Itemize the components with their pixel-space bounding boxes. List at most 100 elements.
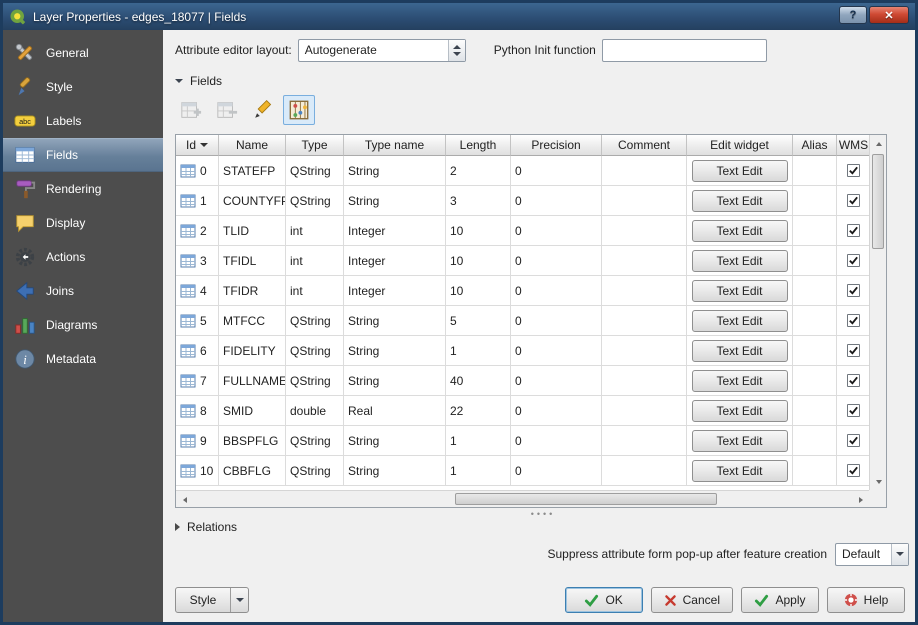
cell-comment[interactable] bbox=[602, 426, 687, 456]
sidebar-item-actions[interactable]: Actions bbox=[3, 240, 163, 274]
column-header-type[interactable]: Type bbox=[286, 135, 344, 156]
splitter-handle[interactable]: •••• bbox=[175, 508, 911, 520]
cell-alias[interactable] bbox=[793, 396, 837, 426]
wms-checkbox[interactable] bbox=[847, 374, 860, 387]
cancel-button[interactable]: Cancel bbox=[651, 587, 733, 613]
wms-checkbox[interactable] bbox=[847, 434, 860, 447]
vertical-scrollbar[interactable] bbox=[869, 135, 886, 490]
apply-button[interactable]: Apply bbox=[741, 587, 819, 613]
wms-checkbox[interactable] bbox=[847, 254, 860, 267]
sidebar-item-metadata[interactable]: i Metadata bbox=[3, 342, 163, 376]
sidebar-item-fields[interactable]: Fields bbox=[3, 138, 163, 172]
sidebar-item-diagrams[interactable]: Diagrams bbox=[3, 308, 163, 342]
cell-comment[interactable] bbox=[602, 276, 687, 306]
edit-widget-button[interactable]: Text Edit bbox=[692, 160, 788, 182]
fields-section-header[interactable]: Fields bbox=[175, 74, 911, 88]
sidebar-item-general[interactable]: General bbox=[3, 36, 163, 70]
edit-widget-button[interactable]: Text Edit bbox=[692, 400, 788, 422]
table-row[interactable]: 1COUNTYFPQStringString30Text Edit bbox=[176, 186, 871, 216]
cell-alias[interactable] bbox=[793, 306, 837, 336]
column-header-alias[interactable]: Alias bbox=[793, 135, 837, 156]
edit-widget-button[interactable]: Text Edit bbox=[692, 280, 788, 302]
combo-spinner-icon[interactable] bbox=[448, 40, 465, 61]
wms-checkbox[interactable] bbox=[847, 404, 860, 417]
wms-checkbox[interactable] bbox=[847, 314, 860, 327]
cell-alias[interactable] bbox=[793, 156, 837, 186]
toggle-editing-button[interactable] bbox=[247, 95, 279, 125]
table-row[interactable]: 0STATEFPQStringString20Text Edit bbox=[176, 156, 871, 186]
edit-widget-button[interactable]: Text Edit bbox=[692, 460, 788, 482]
column-header-type-name[interactable]: Type name bbox=[344, 135, 446, 156]
column-header-name[interactable]: Name bbox=[219, 135, 286, 156]
table-row[interactable]: 4TFIDRintInteger100Text Edit bbox=[176, 276, 871, 306]
ok-button[interactable]: OK bbox=[565, 587, 643, 613]
help-button[interactable]: Help bbox=[827, 587, 905, 613]
cell-comment[interactable] bbox=[602, 156, 687, 186]
column-header-length[interactable]: Length bbox=[446, 135, 511, 156]
edit-widget-button[interactable]: Text Edit bbox=[692, 340, 788, 362]
wms-checkbox[interactable] bbox=[847, 194, 860, 207]
cell-alias[interactable] bbox=[793, 336, 837, 366]
sidebar-item-display[interactable]: Display bbox=[3, 206, 163, 240]
table-row[interactable]: 7FULLNAMEQStringString400Text Edit bbox=[176, 366, 871, 396]
sidebar-item-style[interactable]: Style bbox=[3, 70, 163, 104]
table-row[interactable]: 2TLIDintInteger100Text Edit bbox=[176, 216, 871, 246]
cell-alias[interactable] bbox=[793, 246, 837, 276]
column-header-precision[interactable]: Precision bbox=[511, 135, 602, 156]
cell-alias[interactable] bbox=[793, 426, 837, 456]
wms-checkbox[interactable] bbox=[847, 164, 860, 177]
style-dropdown-icon[interactable] bbox=[230, 588, 248, 612]
horizontal-scrollbar[interactable] bbox=[176, 490, 869, 507]
attribute-editor-layout-combo[interactable]: Autogenerate bbox=[298, 39, 466, 62]
cell-alias[interactable] bbox=[793, 216, 837, 246]
horizontal-scroll-thumb[interactable] bbox=[455, 493, 717, 505]
table-row[interactable]: 10CBBFLGQStringString10Text Edit bbox=[176, 456, 871, 486]
wms-checkbox[interactable] bbox=[847, 284, 860, 297]
cell-comment[interactable] bbox=[602, 396, 687, 426]
column-header-id[interactable]: Id bbox=[176, 135, 219, 156]
window-close-button[interactable]: ✕ bbox=[869, 6, 909, 24]
suppress-popup-combo[interactable]: Default bbox=[835, 543, 909, 566]
cell-comment[interactable] bbox=[602, 186, 687, 216]
scroll-down-button[interactable] bbox=[870, 473, 887, 490]
scroll-up-button[interactable] bbox=[870, 135, 887, 152]
edit-widget-button[interactable]: Text Edit bbox=[692, 220, 788, 242]
relations-section-header[interactable]: Relations bbox=[175, 520, 911, 534]
column-header-edit-widget[interactable]: Edit widget bbox=[687, 135, 793, 156]
sidebar-item-labels[interactable]: abc Labels bbox=[3, 104, 163, 138]
window-help-button[interactable]: ? bbox=[839, 6, 867, 24]
cell-alias[interactable] bbox=[793, 366, 837, 396]
sidebar-item-joins[interactable]: Joins bbox=[3, 274, 163, 308]
table-row[interactable]: 8SMIDdoubleReal220Text Edit bbox=[176, 396, 871, 426]
table-row[interactable]: 5MTFCCQStringString50Text Edit bbox=[176, 306, 871, 336]
delete-column-button[interactable] bbox=[211, 95, 243, 125]
edit-widget-button[interactable]: Text Edit bbox=[692, 250, 788, 272]
cell-alias[interactable] bbox=[793, 186, 837, 216]
wms-checkbox[interactable] bbox=[847, 224, 860, 237]
titlebar[interactable]: Layer Properties - edges_18077 | Fields … bbox=[3, 3, 915, 30]
cell-comment[interactable] bbox=[602, 246, 687, 276]
wms-checkbox[interactable] bbox=[847, 344, 860, 357]
edit-widget-button[interactable]: Text Edit bbox=[692, 370, 788, 392]
new-column-button[interactable] bbox=[175, 95, 207, 125]
cell-alias[interactable] bbox=[793, 456, 837, 486]
style-button[interactable]: Style bbox=[175, 587, 249, 613]
sidebar-item-rendering[interactable]: Rendering bbox=[3, 172, 163, 206]
scroll-left-button[interactable] bbox=[176, 491, 193, 508]
cell-comment[interactable] bbox=[602, 306, 687, 336]
scroll-right-button[interactable] bbox=[852, 491, 869, 508]
column-header-wms[interactable]: WMS bbox=[837, 135, 871, 156]
table-row[interactable]: 9BBSPFLGQStringString10Text Edit bbox=[176, 426, 871, 456]
cell-comment[interactable] bbox=[602, 336, 687, 366]
cell-alias[interactable] bbox=[793, 276, 837, 306]
field-calculator-button[interactable] bbox=[283, 95, 315, 125]
cell-comment[interactable] bbox=[602, 216, 687, 246]
table-row[interactable]: 3TFIDLintInteger100Text Edit bbox=[176, 246, 871, 276]
edit-widget-button[interactable]: Text Edit bbox=[692, 190, 788, 212]
wms-checkbox[interactable] bbox=[847, 464, 860, 477]
edit-widget-button[interactable]: Text Edit bbox=[692, 310, 788, 332]
cell-comment[interactable] bbox=[602, 366, 687, 396]
python-init-input[interactable] bbox=[602, 39, 767, 62]
combo-dropdown-icon[interactable] bbox=[891, 544, 908, 565]
edit-widget-button[interactable]: Text Edit bbox=[692, 430, 788, 452]
